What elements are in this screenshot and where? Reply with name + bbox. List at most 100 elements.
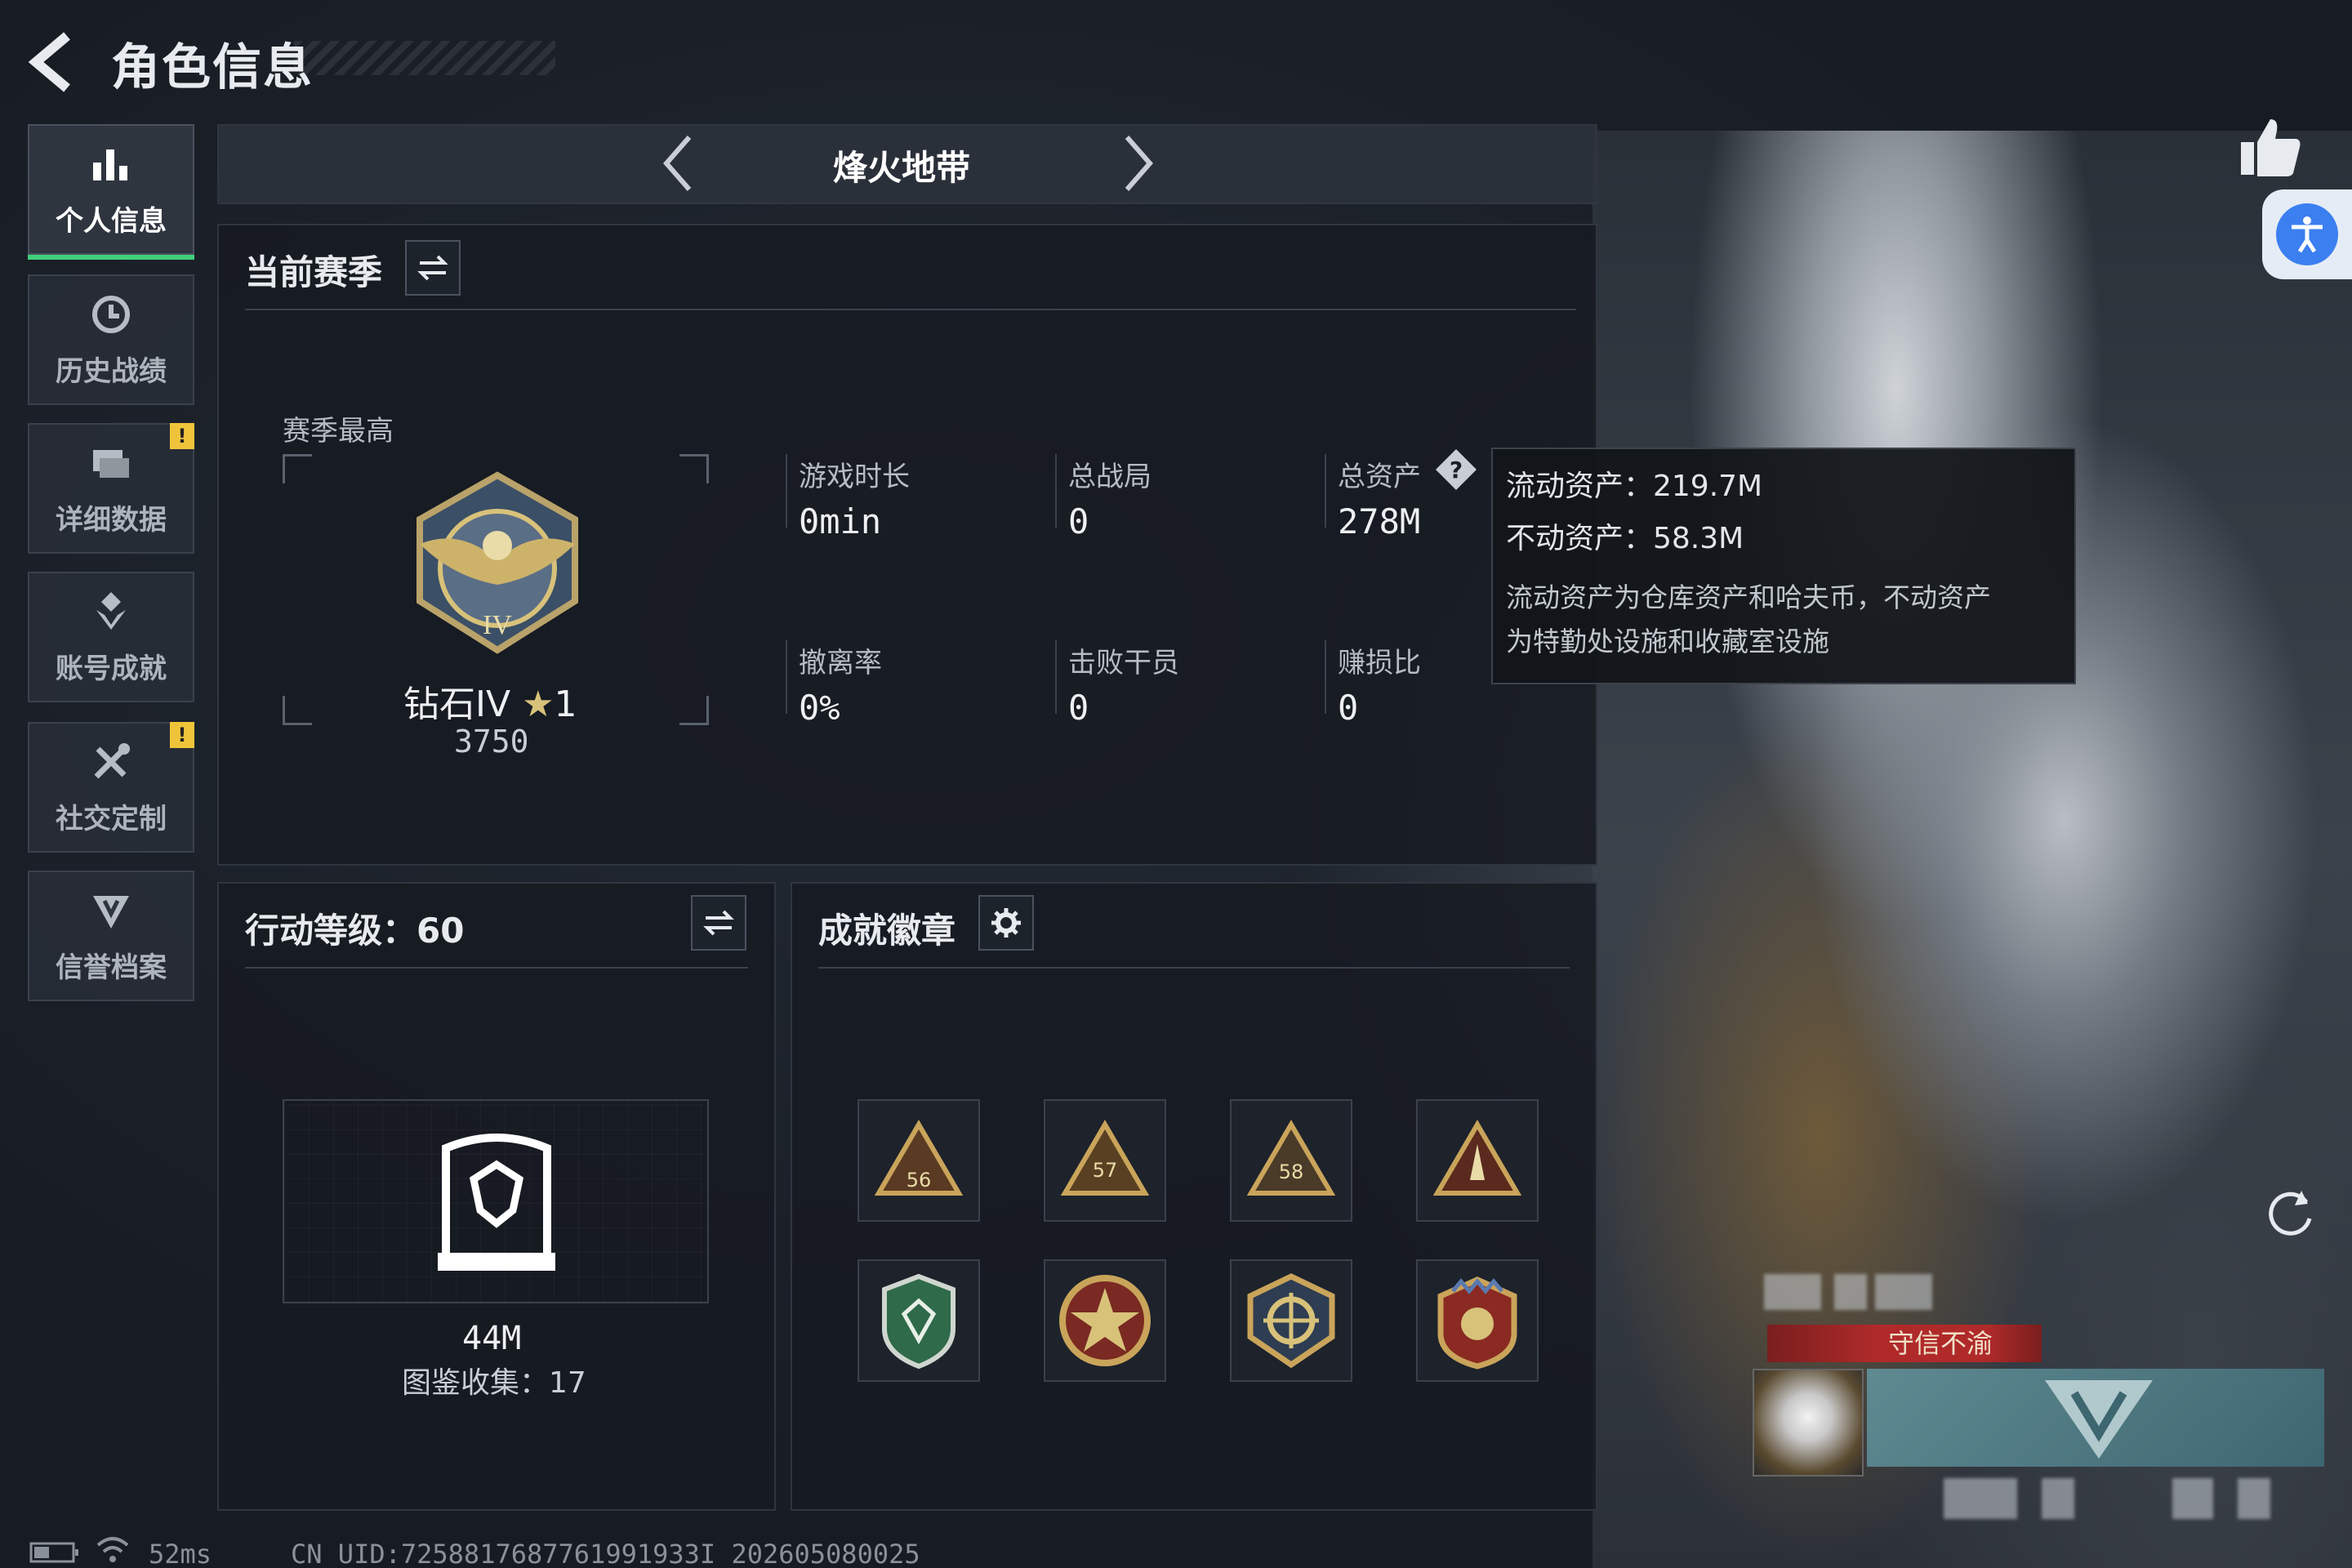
sidebar-item-label: 个人信息	[56, 204, 167, 238]
redacted-name	[1875, 1274, 1932, 1310]
frame-corner	[679, 454, 709, 483]
uid-readout: CN UID:7258817687761991933I_202605080025	[291, 1539, 920, 1568]
achievement-icon	[96, 591, 126, 630]
sidebar-item-label: 详细数据	[56, 503, 167, 537]
achievement-badge[interactable]	[1230, 1259, 1352, 1382]
stat-value: 0	[1068, 501, 1089, 541]
rank-points: 3750	[454, 724, 529, 760]
stat-label: 总资产	[1338, 461, 1421, 493]
achievement-badge[interactable]	[1416, 1099, 1539, 1222]
achievement-badge[interactable]: 58	[1230, 1099, 1352, 1222]
sidebar-item-label: 信誉档案	[56, 951, 167, 984]
achievement-badge[interactable]	[858, 1259, 980, 1382]
history-icon	[92, 295, 130, 333]
svg-text:?: ?	[1450, 457, 1463, 483]
accessibility-button[interactable]	[2262, 189, 2352, 279]
ping-readout: 52ms	[149, 1539, 212, 1568]
stat-label: 游戏时长	[799, 461, 910, 493]
assets-note-line2: 为特勤处设施和收藏室设施	[1506, 626, 1829, 657]
svg-text:57: 57	[1093, 1159, 1118, 1182]
tools-icon	[94, 742, 130, 778]
stat-value: 0min	[799, 501, 882, 541]
achievement-badge[interactable]	[1416, 1259, 1539, 1382]
rank-stars: 1	[554, 684, 577, 725]
redacted-info	[1944, 1478, 2017, 1519]
triangle-badge-icon: 56	[874, 1120, 964, 1196]
redacted-info	[2238, 1478, 2270, 1519]
rotate-icon[interactable]	[2262, 1184, 2319, 1241]
mode-title: 烽火地带	[833, 148, 971, 188]
chevron-left-icon[interactable]	[658, 131, 699, 196]
help-icon[interactable]: ?	[1434, 448, 1478, 492]
divider	[1325, 454, 1326, 528]
season-title: 当前赛季	[245, 252, 383, 292]
chevron-right-icon[interactable]	[1117, 131, 1158, 196]
sidebar-item-history[interactable]: 历史战绩	[28, 274, 194, 405]
divider	[245, 309, 1576, 310]
avatar[interactable]	[1753, 1369, 1864, 1477]
target-badge-icon	[1247, 1273, 1335, 1369]
folder-icon	[93, 449, 129, 478]
sidebar-item-detailed-data[interactable]: 详细数据 !	[28, 423, 194, 554]
badge-settings-button[interactable]	[978, 895, 1034, 951]
star-icon: ★	[522, 684, 555, 725]
alert-badge: !	[170, 722, 194, 748]
collection-count: 图鉴收集：17	[402, 1366, 586, 1400]
honor-tag: 守信不渝	[1767, 1325, 2042, 1362]
assets-note-line1: 流动资产为仓库资产和哈夫币，不动资产	[1506, 581, 1991, 613]
sidebar-item-credit-record[interactable]: 信誉档案	[28, 871, 194, 1001]
svg-text:56: 56	[906, 1169, 932, 1192]
frame-corner	[679, 696, 709, 725]
collection-cabinet-icon	[438, 1134, 555, 1271]
divider	[786, 640, 787, 714]
stat-value: 278M	[1338, 501, 1421, 541]
sidebar-item-personal-info[interactable]: 个人信息	[28, 124, 194, 260]
stat-value: 0	[1068, 688, 1089, 728]
swap-icon	[417, 255, 448, 281]
page-title: 角色信息	[111, 39, 314, 96]
sidebar-item-social-custom[interactable]: 社交定制 !	[28, 722, 194, 853]
title-decoration	[294, 41, 555, 75]
divider	[1055, 640, 1057, 714]
battery-icon	[29, 1542, 78, 1563]
svg-text:58: 58	[1279, 1160, 1304, 1183]
star-medal-icon	[1059, 1275, 1151, 1366]
crest-badge-icon	[1437, 1276, 1517, 1370]
rocket-badge-icon	[1432, 1120, 1522, 1196]
stat-label: 撤离率	[799, 647, 882, 679]
season-best-label: 赛季最高	[283, 415, 394, 448]
sidebar-item-achievements[interactable]: 账号成就	[28, 572, 194, 702]
divider	[786, 454, 787, 528]
character-info-screen: 角色信息 个人信息 历史战绩 详细数据 ! 账号成就 社交定制 ! 信誉档案 烽…	[0, 0, 2352, 1568]
liquid-assets: 流动资产：219.7M	[1506, 470, 1763, 503]
sidebar-item-label: 账号成就	[56, 652, 167, 685]
achievement-badge[interactable]	[1044, 1259, 1166, 1382]
gear-icon	[991, 908, 1021, 938]
svg-text:IV: IV	[483, 610, 512, 640]
shield-badge-icon	[882, 1273, 956, 1370]
thumbs-up-icon[interactable]	[2238, 114, 2303, 180]
achievement-badge[interactable]: 57	[1044, 1099, 1166, 1222]
divider	[818, 967, 1570, 969]
rank-name: 钻石IV	[403, 684, 511, 725]
swap-icon	[703, 910, 734, 936]
redacted-name	[1764, 1274, 1821, 1310]
rank-name-row: 钻石IV ★1	[403, 675, 577, 727]
credit-icon	[93, 895, 129, 929]
stat-label: 赚损比	[1338, 647, 1421, 679]
sidebar-item-label: 社交定制	[56, 802, 167, 835]
back-arrow-icon[interactable]	[24, 29, 82, 95]
divider	[245, 967, 748, 969]
achievement-badge[interactable]: 56	[858, 1099, 980, 1222]
wifi-icon	[96, 1537, 129, 1562]
achievement-badges-title: 成就徽章	[818, 911, 956, 951]
rank-emblem-icon: IV	[416, 471, 578, 654]
season-switch-button[interactable]	[405, 240, 461, 296]
frame-corner	[283, 454, 312, 483]
sidebar-item-label: 历史战绩	[56, 354, 167, 388]
redacted-info	[2172, 1478, 2213, 1519]
action-level-switch-button[interactable]	[691, 895, 746, 951]
fixed-assets: 不动资产：58.3M	[1506, 522, 1744, 555]
triangle-badge-icon: 58	[1246, 1120, 1336, 1196]
stat-label: 总战局	[1068, 461, 1152, 493]
